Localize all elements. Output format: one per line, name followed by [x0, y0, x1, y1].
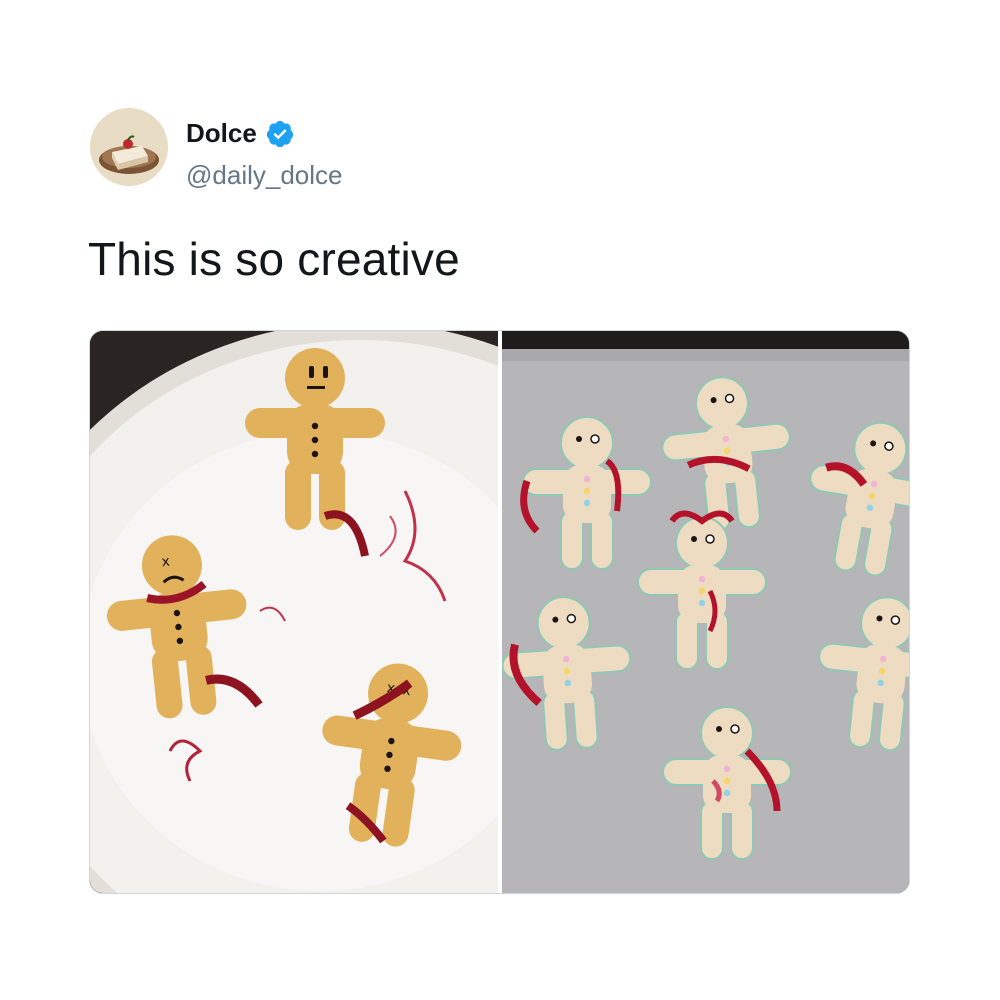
name-row: Dolce — [186, 118, 295, 149]
verified-badge-icon — [265, 119, 295, 149]
tweet-media-grid: x x x — [89, 330, 910, 894]
display-name[interactable]: Dolce — [186, 118, 257, 149]
tweet-card: Dolce @daily_dolce This is so creative x… — [0, 0, 1000, 1000]
avatar[interactable] — [90, 108, 168, 186]
tweet-text: This is so creative — [88, 233, 460, 285]
svg-text:x: x — [161, 554, 171, 571]
media-photo-plate[interactable]: x x x — [90, 331, 498, 893]
user-handle[interactable]: @daily_dolce — [186, 160, 342, 191]
media-photo-tray[interactable] — [502, 331, 909, 893]
